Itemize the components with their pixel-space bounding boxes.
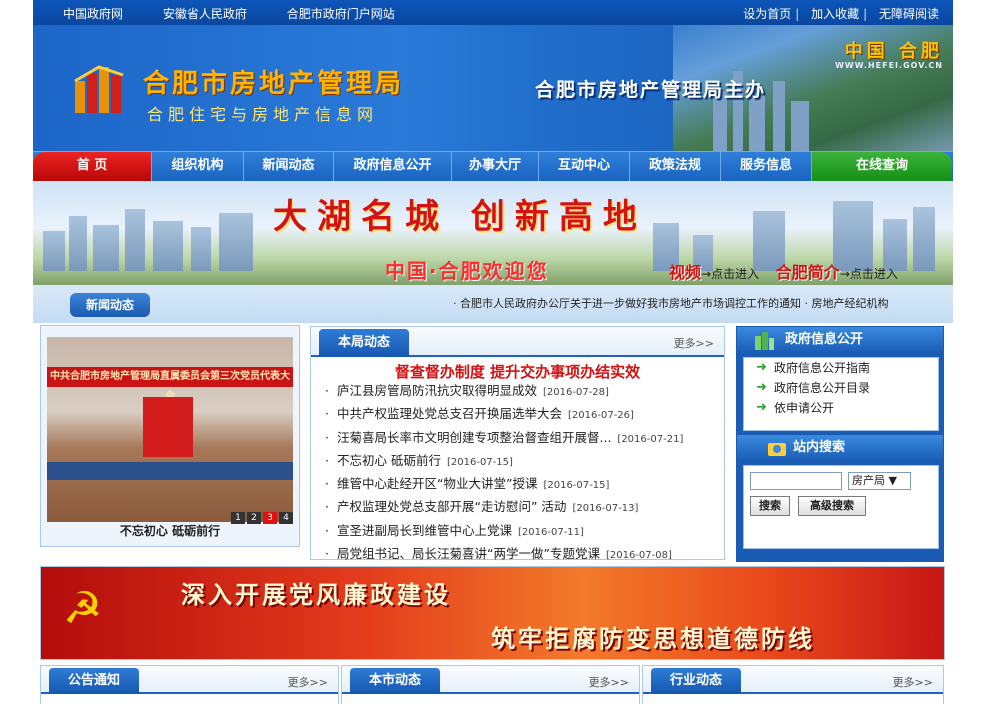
arrow-icon: ➜	[756, 400, 767, 415]
gov-info-links: ➜ 政府信息公开指南 ➜ 政府信息公开目录 ➜ 依申请公开	[743, 357, 939, 431]
site-search-form: 房产局 ▼ 搜索 高级搜索	[743, 465, 939, 549]
news-tag: 新闻动态	[70, 293, 150, 317]
banner-slogan: 大湖名城 创新高地	[273, 197, 647, 237]
meeting-table	[47, 462, 293, 480]
advanced-search-button[interactable]: 高级搜索	[798, 496, 866, 516]
meeting-photo[interactable]: 中共合肥市房地产管理局直属委员会第三次党员代表大会	[47, 337, 293, 522]
top-bar: 中国政府网 安徽省人民政府 合肥市政府门户网站 设为首页 | 加入收藏 | 无障碍阅…	[33, 0, 953, 25]
more-link[interactable]: 更多>>	[674, 335, 714, 351]
divider: |	[795, 7, 800, 21]
divider: |	[863, 7, 868, 21]
site-header: 合肥市房地产管理局 合肥住宅与房地产信息网 合肥市房地产管理局主办 中国 合肥 …	[33, 25, 953, 151]
nav-service-hall[interactable]: 办事大厅	[452, 152, 539, 182]
hefei-intro-link[interactable]: 合肥简介→点击进入	[776, 263, 898, 282]
link-hefei-portal[interactable]: 合肥市政府门户网站	[287, 7, 395, 21]
photo-slideshow: 中共合肥市房地产管理局直属委员会第三次党员代表大会 1 2 3 4 不忘初心 砥…	[40, 325, 300, 547]
hammer-sickle-icon: ☭	[63, 583, 103, 634]
link-anhui-gov[interactable]: 安徽省人民政府	[163, 7, 247, 21]
list-item[interactable]: · 维管中心赴经开区“物业大讲堂”授课 [2016-07-15]	[325, 472, 714, 495]
news-strip: 新闻动态 · 合肥市人民政府办公厅关于进一步做好我市房地产市场调控工作的通知 ·…	[33, 285, 953, 323]
host-text: 合肥市房地产管理局主办	[535, 79, 767, 101]
local-news-header: 本局动态 更多>>	[311, 327, 724, 357]
accessibility-link[interactable]: 无障碍阅读	[879, 7, 939, 21]
building-icon	[755, 332, 774, 350]
chevron-down-icon: ▼	[888, 474, 897, 487]
list-item[interactable]: · 中共产权监理处党总支召开换届选举大会 [2016-07-26]	[325, 402, 714, 425]
welcome-text: 中国·合肥欢迎您	[385, 259, 549, 283]
list-item[interactable]: · 庐江县房管局防汛抗灾取得明显成效 [2016-07-28]	[325, 379, 714, 402]
gov-info-panel: 政府信息公开 ➜ 政府信息公开指南 ➜ 政府信息公开目录 ➜ 依申请公开 站内搜索 房…	[736, 326, 944, 562]
tab-local-news[interactable]: 本局动态	[319, 329, 409, 357]
nav-news[interactable]: 新闻动态	[244, 152, 334, 182]
link-info-guide[interactable]: ➜ 政府信息公开指南	[744, 358, 938, 378]
city-news-panel: 本市动态 更多>>	[341, 665, 640, 704]
add-favorite-link[interactable]: 加入收藏	[811, 7, 859, 21]
search-input[interactable]	[750, 472, 842, 490]
news-list: · 庐江县房管局防汛抗灾取得明显成效 [2016-07-28] · 中共产权监理处党总…	[325, 379, 714, 565]
list-item[interactable]: · 局党组书记、局长汪菊喜讲“两学一做”专题党课 [2016-07-08]	[325, 542, 714, 565]
camera-search-icon	[768, 443, 786, 456]
nav-home[interactable]: 首 页	[33, 152, 152, 182]
link-gov-cn[interactable]: 中国政府网	[63, 7, 123, 21]
notice-panel: 公告通知 更多>>	[40, 665, 339, 704]
bureau-logo-icon	[74, 65, 124, 113]
list-item[interactable]: · 宣圣进副局长到维管中心上党课 [2016-07-11]	[325, 519, 714, 542]
tab-notices[interactable]: 公告通知	[49, 668, 139, 694]
tab-city-news[interactable]: 本市动态	[350, 668, 440, 694]
list-item[interactable]: · 产权监理处党总支部开展“走访慰问” 活动 [2016-07-13]	[325, 495, 714, 518]
site-title: 合肥市房地产管理局	[143, 69, 405, 99]
more-link[interactable]: 更多>>	[589, 674, 629, 690]
nav-organization[interactable]: 组织机构	[152, 152, 244, 182]
arrow-icon: ➜	[756, 380, 767, 395]
link-info-catalog[interactable]: ➜ 政府信息公开目录	[744, 378, 938, 398]
party-flag-image	[143, 397, 193, 457]
photo-banner-text: 中共合肥市房地产管理局直属委员会第三次党员代表大会	[47, 367, 293, 402]
photo-caption[interactable]: 不忘初心 砥砺前行	[47, 522, 293, 540]
list-item[interactable]: · 不忘初心 砥砺前行 [2016-07-15]	[325, 449, 714, 472]
nav-gov-info[interactable]: 政府信息公开	[334, 152, 452, 182]
site-subtitle: 合肥住宅与房地产信息网	[147, 105, 379, 124]
set-homepage-link[interactable]: 设为首页	[743, 7, 791, 21]
more-link[interactable]: 更多>>	[288, 674, 328, 690]
party-slogan-1: 深入开展党风廉政建设	[181, 580, 451, 609]
china-hefei-label: 中国 合肥	[844, 41, 943, 62]
banner-links: 视频→点击进入 合肥简介→点击进入	[669, 259, 898, 283]
party-slogan-2: 筑牢拒腐防变思想道德防线	[491, 624, 815, 653]
search-button[interactable]: 搜索	[750, 496, 790, 516]
nav-online-query[interactable]: 在线查询	[812, 152, 952, 182]
search-scope-select[interactable]: 房产局 ▼	[848, 472, 911, 490]
news-marquee[interactable]: · 合肥市人民政府办公厅关于进一步做好我市房地产市场调控工作的通知 · 房地产经…	[453, 295, 938, 311]
video-link[interactable]: 视频→点击进入	[669, 263, 759, 282]
arrow-icon: ➜	[756, 360, 767, 375]
site-search-header: 站内搜索	[737, 435, 943, 461]
top-links: 中国政府网 安徽省人民政府 合肥市政府门户网站	[63, 5, 431, 22]
nav-service-info[interactable]: 服务信息	[721, 152, 812, 182]
link-apply-disclosure[interactable]: ➜ 依申请公开	[744, 398, 938, 418]
nav-interaction[interactable]: 互动中心	[539, 152, 630, 182]
gov-info-header: 政府信息公开	[737, 327, 943, 353]
top-right-links: 设为首页 | 加入收藏 | 无障碍阅读	[739, 5, 939, 22]
list-item[interactable]: · 汪菊喜局长率市文明创建专项整治督查组开展督... [2016-07-21]	[325, 426, 714, 449]
tab-industry-news[interactable]: 行业动态	[651, 668, 741, 694]
web-address: WWW.HEFEI.GOV.CN	[835, 61, 943, 70]
more-link[interactable]: 更多>>	[893, 674, 933, 690]
nav-policy[interactable]: 政策法规	[630, 152, 721, 182]
industry-news-panel: 行业动态 更多>>	[642, 665, 944, 704]
hero-banner: 大湖名城 创新高地 中国·合肥欢迎您 视频→点击进入 合肥简介→点击进入	[33, 181, 953, 285]
party-banner[interactable]: ☭ 深入开展党风廉政建设 筑牢拒腐防变思想道德防线	[40, 566, 945, 660]
local-news-panel: 本局动态 更多>> 督查督办制度 提升交办事项办结实效 · 庐江县房管局防汛抗灾取…	[310, 326, 725, 561]
main-nav: 首 页 组织机构 新闻动态 政府信息公开 办事大厅 互动中心 政策法规 服务信息…	[33, 151, 953, 182]
